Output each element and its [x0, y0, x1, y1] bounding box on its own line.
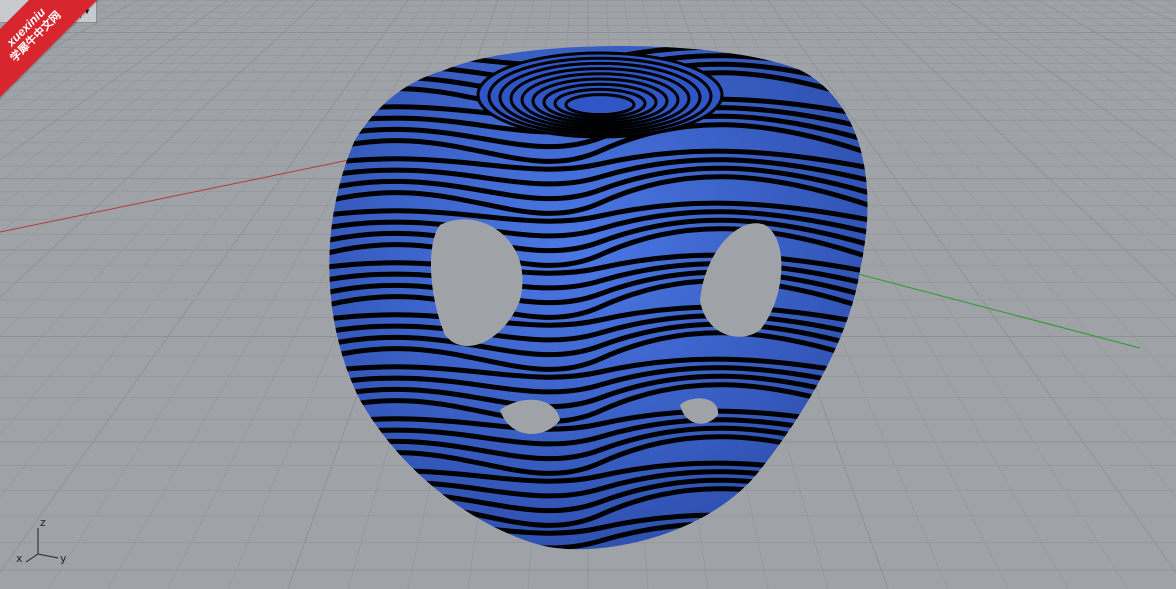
axis-orientation-widget: z x y — [14, 514, 74, 574]
axis-y-label: y — [60, 552, 67, 565]
world-y-axis — [819, 263, 1141, 349]
perspective-viewport[interactable] — [0, 0, 1176, 589]
axis-z-label: z — [40, 516, 46, 529]
striped-surface-model[interactable] — [320, 46, 880, 550]
axis-x-label: x — [16, 552, 23, 565]
